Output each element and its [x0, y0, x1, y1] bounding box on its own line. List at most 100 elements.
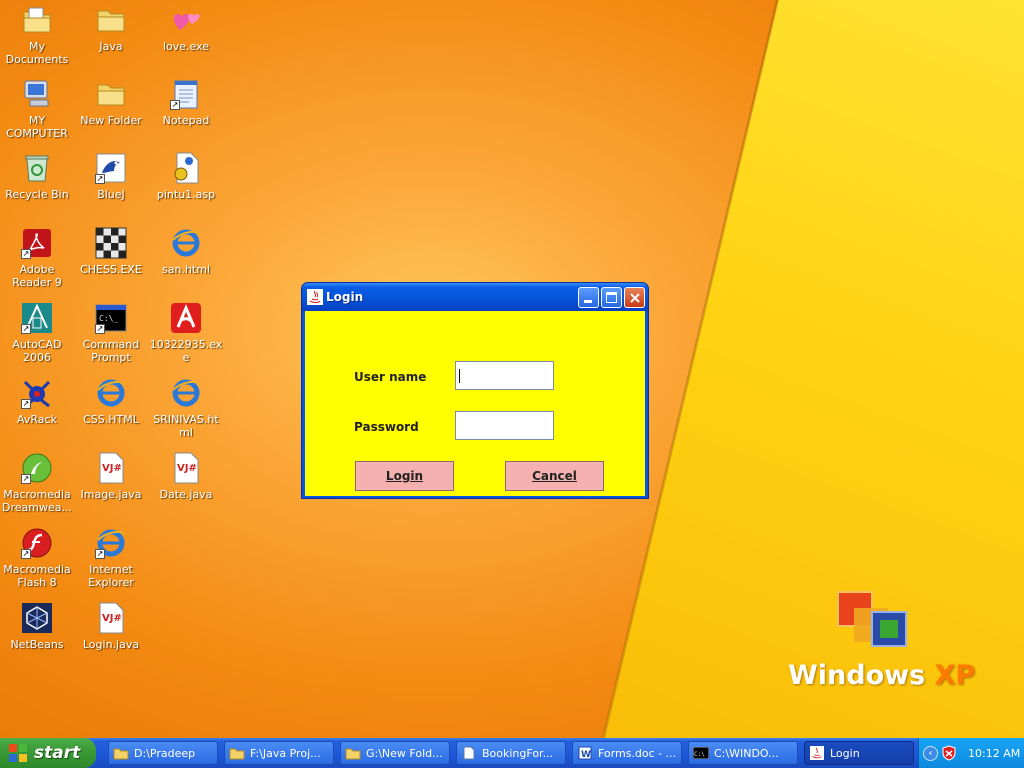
desktop-icon-autocad[interactable]: ↗ AutoCAD 2006	[0, 302, 74, 364]
taskbar-button-forms-doc[interactable]: W Forms.doc - ...	[572, 741, 682, 765]
username-field[interactable]	[455, 361, 554, 390]
icon-label: My Documents	[5, 40, 69, 66]
cancel-button[interactable]: Cancel	[505, 461, 604, 491]
desktop-icon-my-computer[interactable]: MY COMPUTER	[0, 78, 74, 140]
asp-file-icon	[170, 152, 202, 184]
command-prompt-icon: C:\	[693, 746, 709, 760]
desktop-icon-chess[interactable]: CHESS.EXE	[74, 227, 148, 276]
desktop-icon-love-exe[interactable]: love.exe	[149, 4, 223, 53]
windows-xp-wordmark: Windows XP	[788, 660, 975, 691]
desktop-icon-srinivas-html[interactable]: SRINIVAS.html	[149, 377, 223, 439]
java-icon	[809, 746, 825, 760]
login-button[interactable]: Login	[355, 461, 454, 491]
desktop-icon-flash[interactable]: ↗ Macromedia Flash 8	[0, 527, 74, 589]
autocad-icon: ↗	[21, 302, 53, 334]
desktop-icon-notepad[interactable]: ↗ Notepad	[149, 78, 223, 127]
notepad-icon: ↗	[170, 78, 202, 110]
taskbar-button-bookingfor[interactable]: BookingFor...	[456, 741, 566, 765]
desktop-icon-login-java[interactable]: VJ# Login.java	[74, 602, 148, 651]
desktop-icon-netbeans[interactable]: NetBeans	[0, 602, 74, 651]
flash-icon: ↗	[21, 527, 53, 559]
desktop-icon-dreamweaver[interactable]: ↗ Macromedia Dreamwea...	[0, 452, 74, 514]
avrack-icon: ↗	[21, 377, 53, 409]
login-window-titlebar[interactable]: Login	[302, 283, 648, 311]
minimize-button[interactable]	[578, 287, 599, 308]
icon-label: CSS.HTML	[83, 413, 139, 426]
desktop-icon-new-folder[interactable]: New Folder	[74, 78, 148, 127]
desktop-icon-java-folder[interactable]: Java	[74, 4, 148, 53]
maximize-button[interactable]	[601, 287, 622, 308]
password-field[interactable]	[455, 411, 554, 440]
security-shield-icon[interactable]	[942, 745, 956, 761]
document-icon	[461, 746, 477, 760]
desktop-icon-adobe-reader[interactable]: ↗ Adobe Reader 9	[0, 227, 74, 289]
ie-document-icon	[95, 377, 127, 409]
command-prompt-icon: C:\_ ↗	[95, 302, 127, 334]
icon-label: love.exe	[162, 40, 210, 53]
word-icon: W	[577, 746, 593, 760]
desktop: My Documents MY COMPUTER Recycle Bin ↗ A…	[0, 0, 1024, 738]
icon-label: 10322935.exe	[149, 338, 223, 364]
hearts-icon	[170, 4, 202, 36]
desktop-icon-10322935-exe[interactable]: 10322935.exe	[149, 302, 223, 364]
close-button[interactable]	[624, 287, 645, 308]
internet-explorer-icon: ↗	[95, 527, 127, 559]
taskbar-button-label: BookingFor...	[482, 746, 554, 760]
windows-xp-logo: Windows XP	[788, 590, 975, 700]
system-tray: ‹ 10:12 AM	[918, 738, 1024, 768]
recycle-bin-icon	[21, 152, 53, 184]
taskbar-button-f-java-proj[interactable]: F:\Java Proj...	[224, 741, 334, 765]
logo-windows-text: Windows	[788, 660, 926, 691]
folder-icon	[229, 746, 245, 760]
svg-text:VJ#: VJ#	[102, 463, 122, 474]
taskbar-button-label: D:\Pradeep	[134, 746, 196, 760]
desktop-icon-recycle-bin[interactable]: Recycle Bin	[0, 152, 74, 201]
icon-label: SRINIVAS.html	[153, 413, 219, 439]
taskbar-button-login[interactable]: Login	[804, 741, 914, 765]
login-button-label: Login	[385, 469, 424, 483]
folder-icon	[345, 746, 361, 760]
windows-flag-icon	[837, 591, 907, 647]
taskbar-button-label: G:\New Fold...	[366, 746, 443, 760]
taskbar-button-label: F:\Java Proj...	[250, 746, 321, 760]
clock[interactable]: 10:12 AM	[968, 747, 1020, 760]
chess-icon	[95, 227, 127, 259]
desktop-icon-command-prompt[interactable]: C:\_ ↗ Command Prompt	[74, 302, 148, 364]
ie-document-icon	[170, 227, 202, 259]
icon-label: Recycle Bin	[5, 188, 69, 201]
bluej-icon: ↗	[95, 152, 127, 184]
vj-file-icon: VJ#	[170, 452, 202, 484]
icon-label: Date.java	[159, 488, 213, 501]
folder-icon	[95, 4, 127, 36]
windows-flag-icon	[9, 744, 27, 762]
desktop-icon-bluej[interactable]: ↗ BlueJ	[74, 152, 148, 201]
start-button[interactable]: start	[0, 738, 96, 768]
icon-label: Notepad	[162, 114, 210, 127]
desktop-icon-css-html[interactable]: CSS.HTML	[74, 377, 148, 426]
desktop-icon-avrack[interactable]: ↗ AvRack	[0, 377, 74, 426]
start-label: start	[34, 743, 81, 763]
java-icon	[307, 289, 323, 305]
desktop-icon-san-html[interactable]: san.html	[149, 227, 223, 276]
taskbar-button-d-pradeep[interactable]: D:\Pradeep	[108, 741, 218, 765]
text-caret	[459, 369, 460, 383]
taskbar-button-cmd[interactable]: C:\ C:\WINDO...	[688, 741, 798, 765]
desktop-icon-pintu1-asp[interactable]: pintu1.asp	[149, 152, 223, 201]
desktop-icon-date-java[interactable]: VJ# Date.java	[149, 452, 223, 501]
my-documents-icon	[21, 4, 53, 36]
taskbar-button-g-new-fold[interactable]: G:\New Fold...	[340, 741, 450, 765]
icon-label: MY COMPUTER	[6, 114, 68, 140]
password-label: Password	[354, 420, 419, 434]
desktop-icon-image-java[interactable]: VJ# Image.java	[74, 452, 148, 501]
svg-text:VJ#: VJ#	[177, 463, 197, 474]
netbeans-icon	[21, 602, 53, 634]
desktop-icon-my-documents[interactable]: My Documents	[0, 4, 74, 66]
icon-label: CHESS.EXE	[80, 263, 142, 276]
taskbar-button-label: Login	[830, 746, 860, 760]
username-label: User name	[354, 370, 427, 384]
adobe-reader-icon: ↗	[21, 227, 53, 259]
desktop-icon-internet-explorer[interactable]: ↗ Internet Explorer	[74, 527, 148, 589]
login-window: Login User name Password Login Cancel	[301, 282, 649, 499]
login-form: User name Password Login Cancel	[305, 311, 645, 496]
show-hidden-icons-button[interactable]: ‹	[923, 745, 938, 761]
